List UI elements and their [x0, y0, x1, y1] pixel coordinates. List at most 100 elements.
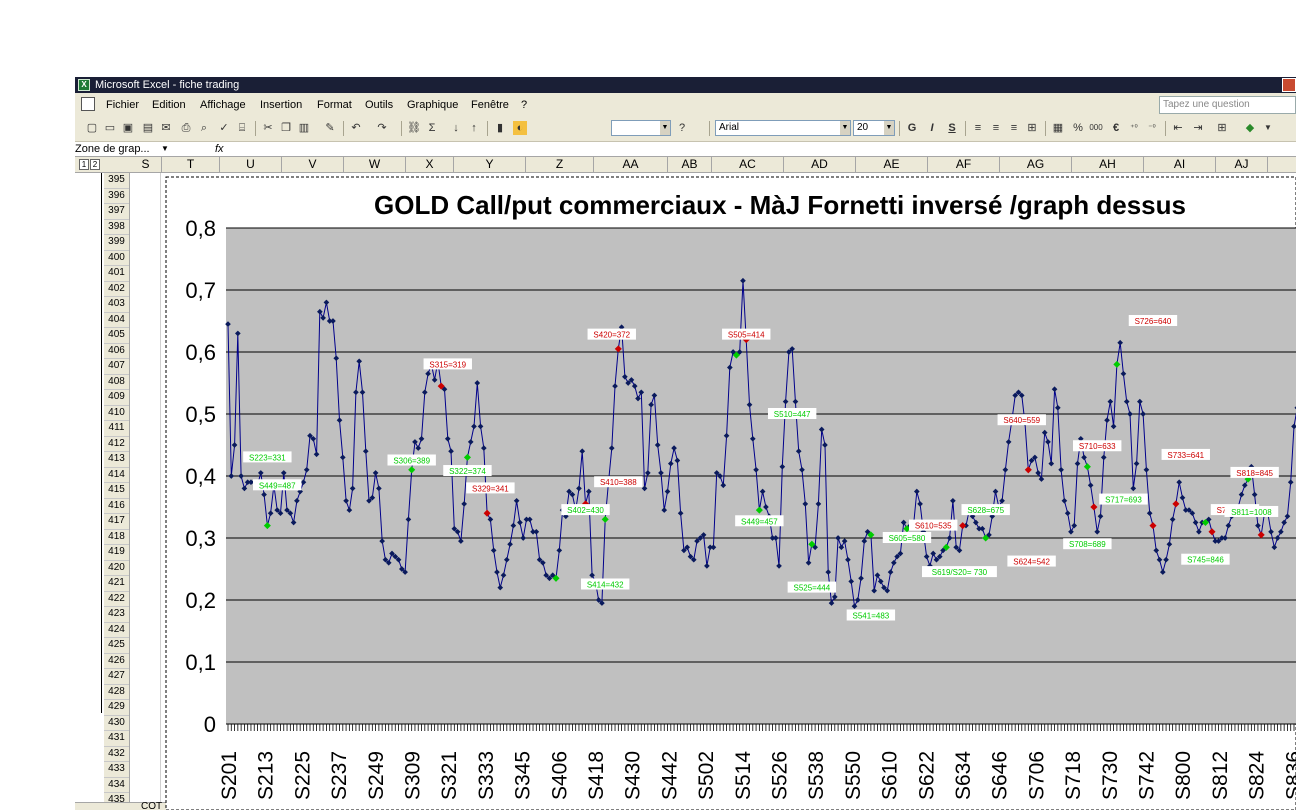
annotation-text: S449=487 [259, 481, 296, 490]
x-tick-label: S225 [291, 751, 314, 800]
annotation-label: S619/S20= 730 [921, 566, 997, 578]
annotation-label: S605=580 [882, 532, 932, 543]
gold-call-put-chart[interactable]: GOLD Call/put commerciaux - MàJ Fornetti… [0, 0, 1296, 810]
x-tick-label: S418 [585, 751, 608, 800]
y-axis-ticks: 0 0,1 0,2 0,3 0,4 0,5 0,6 0,7 0,8 [185, 216, 216, 737]
annotation-text: S717=693 [1105, 496, 1142, 505]
annotation-label: S710=633 [1073, 440, 1122, 452]
annotation-text: S619/S20= 730 [932, 568, 988, 577]
annotation-text: S605=580 [889, 534, 926, 543]
chart-title: GOLD Call/put commerciaux - MàJ Fornetti… [374, 190, 1186, 220]
annotation-text: S505=414 [728, 331, 765, 340]
y-tick-label: 0,6 [185, 340, 216, 365]
x-tick-label: S406 [548, 751, 571, 800]
annotation-text: S525=444 [793, 584, 830, 593]
annotation-text: S322=374 [449, 467, 486, 476]
annotation-text: S640=559 [1003, 416, 1040, 425]
annotation-text: S733=641 [1167, 451, 1204, 460]
annotation-label: S414=432 [581, 578, 630, 590]
x-tick-label: S213 [255, 751, 278, 800]
y-tick-label: 0,3 [185, 526, 216, 551]
annotation-label: S541=483 [846, 609, 896, 621]
annotation-label: S733=641 [1161, 448, 1210, 460]
annotation-text: S306=389 [393, 457, 430, 466]
annotation-label: S449=487 [253, 479, 302, 491]
x-tick-label: S442 [658, 751, 681, 800]
annotation-label: S628=675 [961, 504, 1010, 516]
annotation-label: S717=693 [1099, 493, 1148, 505]
x-tick-label: S742 [1136, 751, 1159, 800]
y-tick-label: 0,7 [185, 278, 216, 303]
x-tick-label: S201 [218, 751, 241, 800]
annotation-label: S818=845 [1230, 466, 1279, 478]
annotation-text: S541=483 [853, 612, 890, 621]
annotation-text: S410=388 [600, 478, 637, 487]
annotation-text: S710=633 [1079, 442, 1116, 451]
x-tick-label: S526 [769, 751, 792, 800]
x-tick-label: S706 [1025, 751, 1048, 800]
x-tick-label: S550 [842, 751, 865, 800]
x-tick-label: S249 [365, 751, 388, 800]
annotation-label: S420=372 [587, 328, 636, 340]
annotation-text: S329=341 [472, 484, 509, 493]
x-tick-label: S646 [989, 751, 1012, 800]
y-tick-label: 0,1 [185, 650, 216, 675]
x-tick-label: S345 [512, 751, 535, 800]
x-tick-label: S502 [695, 751, 718, 800]
annotation-text: S510=447 [774, 410, 811, 419]
annotation-label: S624=542 [1007, 555, 1056, 567]
x-tick-label: S538 [805, 751, 828, 800]
annotation-text: S818=845 [1236, 469, 1273, 478]
x-tick-label: S309 [402, 751, 425, 800]
x-tick-label: S237 [328, 751, 351, 800]
y-tick-label: 0,5 [185, 402, 216, 427]
y-tick-label: 0,4 [185, 464, 216, 489]
annotation-label: S610=535 [909, 519, 958, 531]
x-tick-label: S634 [952, 751, 975, 800]
x-tick-label: S836 [1282, 751, 1296, 800]
x-tick-label: S718 [1062, 751, 1085, 800]
annotation-text: S449=457 [741, 517, 778, 526]
x-tick-label: S812 [1209, 751, 1232, 800]
x-tick-label: S824 [1246, 751, 1269, 800]
annotation-label: S640=559 [997, 414, 1046, 426]
annotation-text: S414=432 [587, 581, 624, 590]
x-tick-label: S610 [879, 751, 902, 800]
y-tick-label: 0 [204, 712, 216, 737]
x-tick-label: S430 [622, 751, 645, 800]
x-tick-label: S333 [475, 751, 498, 800]
annotation-label: S322=374 [443, 465, 492, 477]
annotation-label: S329=341 [466, 482, 515, 494]
annotation-label: S726=640 [1128, 315, 1178, 326]
annotation-text: S315=319 [429, 360, 466, 369]
annotation-label: S315=319 [423, 358, 472, 370]
x-tick-label: S800 [1172, 751, 1195, 800]
annotation-text: S811=1008 [1231, 508, 1272, 517]
annotation-text: S624=542 [1013, 558, 1050, 567]
annotation-text: S402=430 [567, 506, 604, 515]
annotation-label: S525=444 [787, 581, 837, 593]
annotation-text: S726=640 [1135, 317, 1172, 326]
annotation-text: S745=846 [1187, 556, 1224, 565]
x-tick-label: S321 [438, 751, 461, 800]
annotation-text: S628=675 [967, 506, 1004, 515]
annotation-text: S420=372 [593, 331, 630, 340]
annotation-label: S306=389 [387, 454, 436, 466]
annotation-label: S745=846 [1181, 553, 1230, 565]
x-tick-label: S514 [732, 751, 755, 800]
annotation-label: S449=457 [735, 515, 784, 527]
annotation-label: S811=1008 [1224, 505, 1279, 517]
annotation-label: S708=689 [1063, 538, 1112, 550]
annotation-label: S402=430 [561, 504, 610, 516]
y-tick-label: 0,8 [185, 216, 216, 241]
annotation-label: S410=388 [594, 476, 643, 488]
annotation-text: S610=535 [915, 522, 952, 531]
y-tick-label: 0,2 [185, 588, 216, 613]
x-tick-label: S730 [1099, 751, 1122, 800]
annotation-label: S505=414 [722, 328, 771, 340]
annotation-label: S510=447 [767, 408, 817, 419]
annotation-text: S223=331 [249, 453, 286, 462]
annotation-text: S708=689 [1069, 540, 1106, 549]
annotation-label: S223=331 [243, 451, 292, 463]
x-tick-label: S622 [915, 751, 938, 800]
